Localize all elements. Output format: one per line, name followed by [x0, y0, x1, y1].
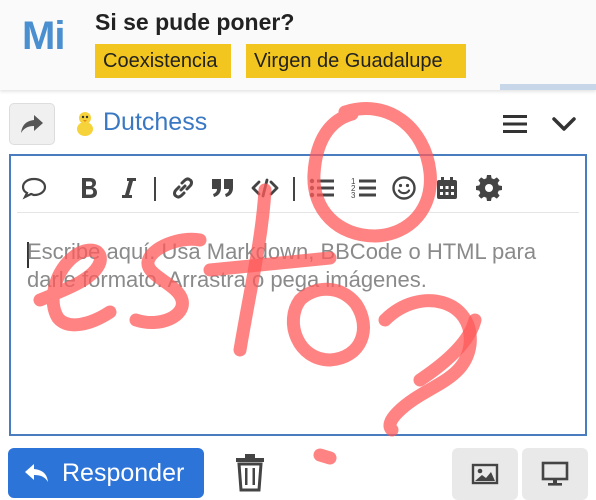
- reply-button[interactable]: Responder: [8, 448, 204, 498]
- reply-arrow-icon: [25, 464, 48, 482]
- bullet-list-icon[interactable]: [307, 173, 337, 203]
- editor-toolbar: 123: [17, 166, 579, 213]
- site-logo[interactable]: Mi: [22, 14, 65, 59]
- reading-progress: [500, 84, 596, 90]
- code-icon[interactable]: [250, 173, 280, 203]
- toolbar-separator: [293, 177, 295, 201]
- reply-context-row: Dutchess: [0, 100, 596, 148]
- gear-icon[interactable]: [474, 173, 504, 203]
- numbered-list-icon[interactable]: 123: [349, 173, 379, 203]
- link-icon[interactable]: [168, 173, 198, 203]
- tag-virgen-de-guadalupe[interactable]: Virgen de Guadalupe: [246, 44, 466, 78]
- quote-icon[interactable]: [208, 173, 238, 203]
- trash-icon[interactable]: [233, 452, 267, 492]
- share-arrow-icon: [21, 115, 43, 133]
- topic-title[interactable]: Si se pude poner?: [95, 9, 294, 36]
- tag-coexistencia[interactable]: Coexistencia: [95, 44, 231, 78]
- reply-button-label: Responder: [62, 458, 185, 487]
- reply-to-username[interactable]: Dutchess: [103, 108, 207, 137]
- chevron-down-icon[interactable]: [550, 113, 578, 135]
- desktop-preview-icon: [541, 461, 569, 486]
- user-avatar-duck: [77, 112, 93, 136]
- emoji-icon[interactable]: [389, 173, 419, 203]
- image-upload-button[interactable]: [452, 448, 518, 500]
- preview-toggle-button[interactable]: [522, 448, 588, 500]
- bold-icon[interactable]: [74, 173, 104, 203]
- italic-icon[interactable]: [114, 173, 144, 203]
- chat-bubble-icon[interactable]: [19, 173, 49, 203]
- image-icon: [471, 463, 499, 485]
- composer-textarea-placeholder[interactable]: Escribe aquí. Usa Markdown, BBCode o HTM…: [27, 238, 567, 294]
- topic-header: Mi Si se pude poner? Coexistencia Virgen…: [0, 0, 596, 90]
- svg-text:3: 3: [351, 191, 356, 200]
- hamburger-menu-icon[interactable]: [502, 112, 528, 136]
- calendar-icon[interactable]: [432, 173, 462, 203]
- reply-action-button[interactable]: [9, 103, 55, 145]
- toolbar-separator: [154, 177, 156, 201]
- composer-editor[interactable]: 123 Escribe aquí. Usa Markdown, BBCode o…: [9, 154, 587, 436]
